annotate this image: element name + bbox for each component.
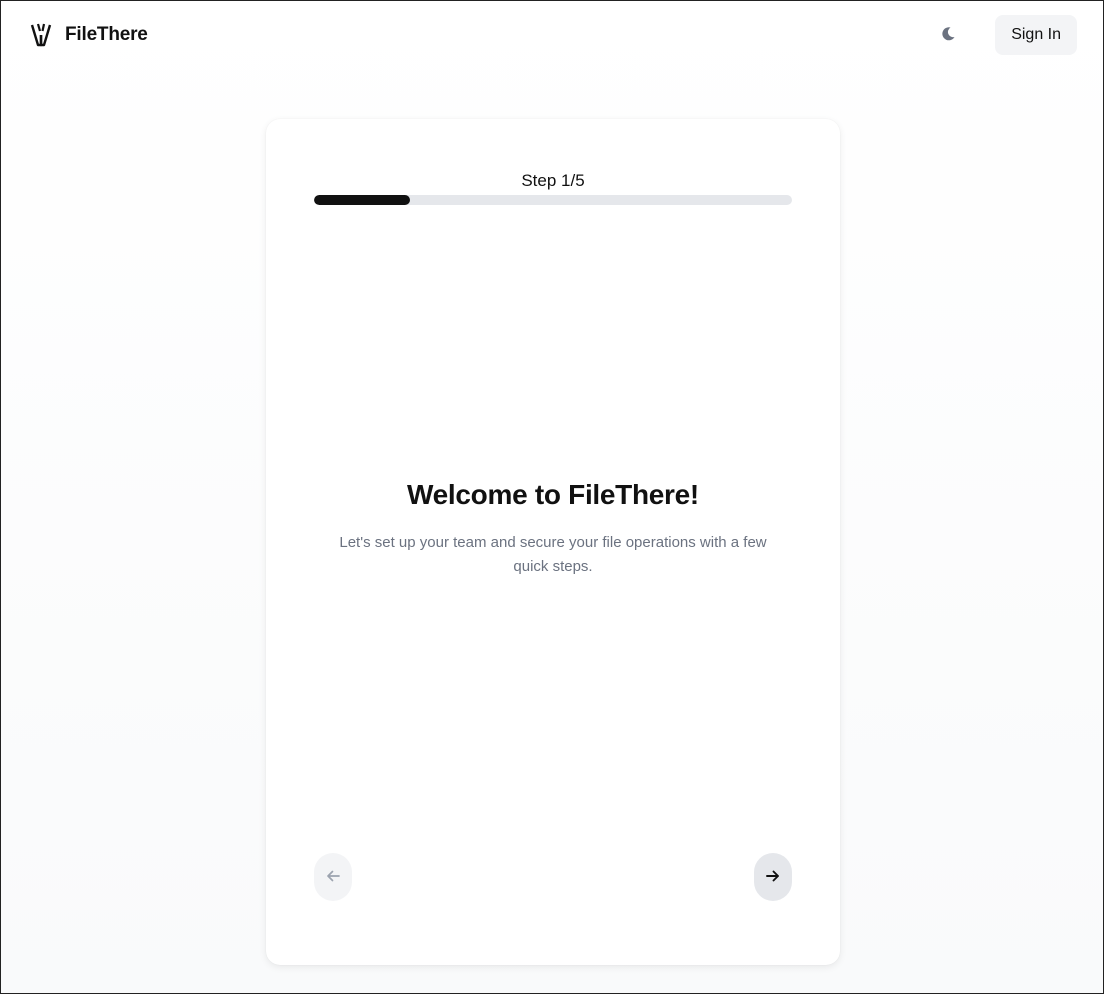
brand[interactable]: FileThere: [29, 20, 148, 50]
step-indicator: Step 1/5: [521, 171, 585, 190]
previous-step-button[interactable]: [314, 853, 352, 901]
brand-name: FileThere: [65, 24, 148, 45]
progress-bar: [314, 195, 792, 205]
filethere-logo-icon: [29, 20, 53, 50]
onboarding-card: Step 1/5 Welcome to FileThere! Let's set…: [266, 119, 840, 965]
arrow-right-icon: [765, 868, 781, 887]
progress-bar-fill: [314, 195, 410, 205]
arrow-left-icon: [325, 868, 341, 887]
page-description: Let's set up your team and secure your f…: [339, 534, 767, 575]
sign-in-button[interactable]: Sign In: [995, 15, 1077, 55]
moon-icon: [940, 26, 956, 45]
page-title: Welcome to FileThere!: [407, 479, 699, 510]
next-step-button[interactable]: [754, 853, 792, 901]
top-bar: FileThere Sign In: [1, 1, 1103, 69]
theme-toggle-button[interactable]: [931, 18, 965, 52]
